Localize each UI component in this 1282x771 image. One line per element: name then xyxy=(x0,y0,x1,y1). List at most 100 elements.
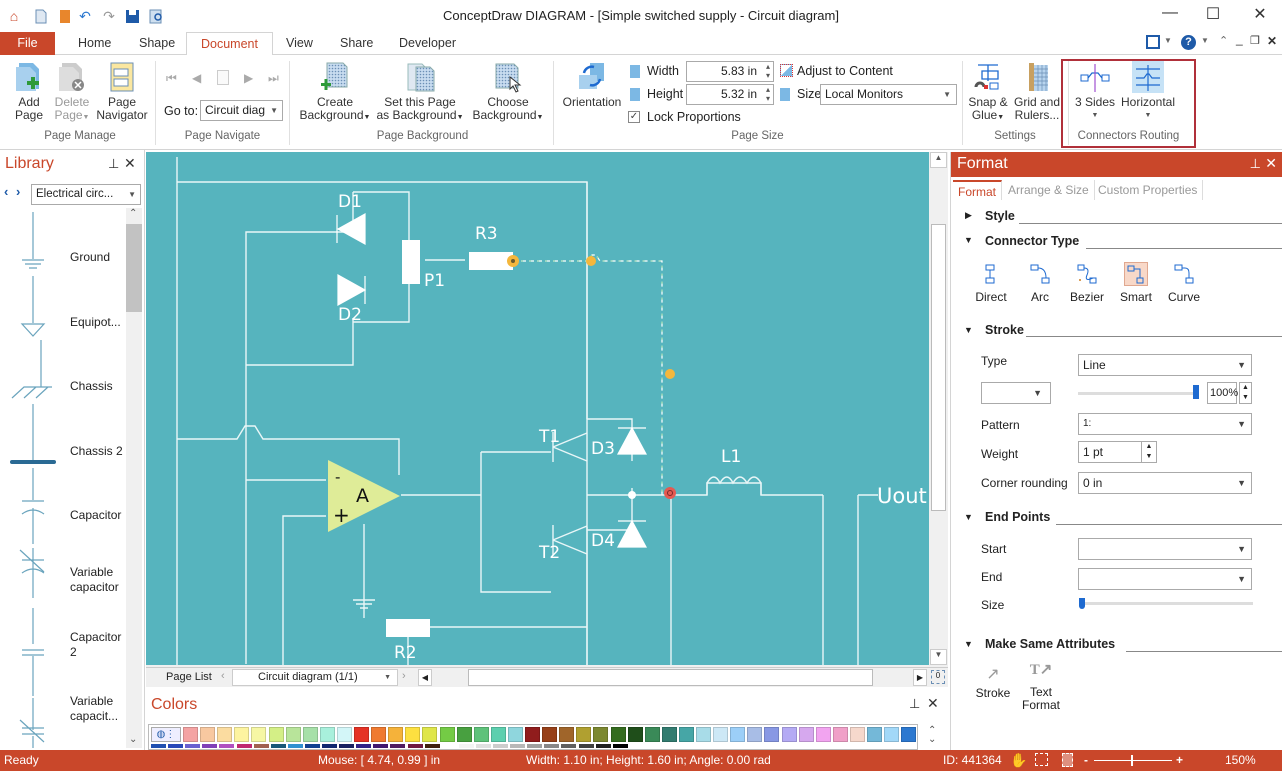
doc-close-icon[interactable]: ✕ xyxy=(1267,34,1277,48)
end-arrow-select[interactable]: ▼ xyxy=(1078,568,1252,590)
color-swatch-shade[interactable] xyxy=(510,744,526,748)
prev-page-icon[interactable]: ‹ xyxy=(221,670,225,682)
chevron-down-icon[interactable]: ▼ xyxy=(1201,36,1209,45)
height-input[interactable]: 5.32 in ▴ ▾ xyxy=(686,84,774,105)
tab-arrange-size[interactable]: Arrange & Size xyxy=(1003,180,1095,200)
close-icon[interactable]: ✕ xyxy=(927,695,939,712)
color-swatch[interactable] xyxy=(336,727,352,742)
page-list-button[interactable]: Page List xyxy=(166,671,212,683)
scroll-up-icon[interactable]: ▲ xyxy=(930,152,947,168)
pattern-select[interactable]: 1: ▼ xyxy=(1078,413,1252,435)
close-icon[interactable]: ✕ xyxy=(124,155,136,172)
color-swatch[interactable] xyxy=(285,727,301,742)
collapse-icon[interactable]: ▼ xyxy=(964,235,973,245)
color-swatch-shade[interactable] xyxy=(578,744,594,748)
color-swatch[interactable] xyxy=(747,727,763,742)
pin-icon[interactable]: ⊥ xyxy=(108,156,119,172)
color-swatch-shade[interactable] xyxy=(253,744,269,748)
goto-page-select[interactable]: Circuit diag ▼ xyxy=(200,100,283,121)
corner-rounding-select[interactable]: 0 in ▼ xyxy=(1078,472,1252,494)
pin-icon[interactable]: ⊥ xyxy=(909,696,920,712)
color-swatch[interactable] xyxy=(251,727,267,742)
prev-page-icon[interactable]: ◀ xyxy=(192,71,201,85)
color-swatch-shade[interactable] xyxy=(356,744,372,748)
delete-page-button[interactable]: Delete Page▼ xyxy=(52,61,92,124)
color-swatch[interactable] xyxy=(200,727,216,742)
connector-type-smart[interactable]: Smart xyxy=(1115,262,1157,304)
zoom-slider[interactable] xyxy=(1094,760,1172,761)
scroll-down-icon[interactable]: ▼ xyxy=(930,649,947,665)
collapse-icon[interactable]: ▼ xyxy=(964,325,973,335)
palette-scroll-icon[interactable]: ⌃ ⌄ xyxy=(928,726,936,745)
opacity-input[interactable]: 100% xyxy=(1207,382,1238,404)
section-connector-type[interactable]: Connector Type xyxy=(985,234,1079,248)
color-swatch-shade[interactable] xyxy=(322,744,337,748)
library-item-capacitor-2[interactable]: Capacitor 2 xyxy=(0,612,125,676)
expand-icon[interactable]: ▶ xyxy=(965,210,972,221)
tab-developer[interactable]: Developer xyxy=(385,32,470,55)
stroke-color-select[interactable]: ▼ xyxy=(981,382,1051,404)
choose-background-button[interactable]: Choose Background▼ xyxy=(468,61,548,124)
fit-page-icon[interactable]: 0 xyxy=(931,670,945,684)
orientation-button[interactable]: Orientation xyxy=(560,61,624,109)
next-page-icon[interactable]: ▶ xyxy=(244,71,253,85)
three-sides-button[interactable]: 3 Sides ▼ xyxy=(1073,61,1117,122)
collapse-icon[interactable]: ▼ xyxy=(964,512,973,522)
adjust-to-content-button[interactable]: Adjust to Content xyxy=(797,64,893,78)
library-item-chassis-2[interactable]: Chassis 2 xyxy=(0,426,125,490)
tab-custom-properties[interactable]: Custom Properties xyxy=(1093,180,1204,200)
library-item-equipotential[interactable]: Equipot... xyxy=(0,297,125,361)
library-item-variable-capacitor-2[interactable]: Variable capacit... xyxy=(0,676,125,740)
color-swatch[interactable] xyxy=(627,727,643,742)
width-input[interactable]: 5.83 in ▴ ▾ xyxy=(686,61,774,82)
color-swatch-shade[interactable] xyxy=(544,744,560,748)
doc-restore-icon[interactable]: ❐ xyxy=(1250,34,1260,47)
make-same-text-format-button[interactable]: T↗ Text Format xyxy=(1019,663,1063,712)
color-swatch[interactable] xyxy=(815,727,831,742)
set-page-as-background-button[interactable]: Set this Page as Background▼ xyxy=(376,61,464,124)
color-swatch-shade[interactable] xyxy=(441,744,457,748)
library-item-chassis[interactable]: Chassis xyxy=(0,361,125,425)
library-category-select[interactable]: Electrical circ... ▼ xyxy=(31,184,141,205)
color-swatch[interactable] xyxy=(781,727,797,742)
spinner-icon[interactable]: ▴ ▾ xyxy=(766,62,770,80)
color-swatch[interactable] xyxy=(183,727,198,742)
library-scrollbar[interactable]: ⌃ ⌄ xyxy=(126,208,142,748)
snap-glue-button[interactable]: Snap & Glue▼ xyxy=(966,61,1010,124)
tab-view[interactable]: View xyxy=(272,32,327,55)
color-swatch[interactable] xyxy=(217,727,233,742)
zoom-in-icon[interactable]: + xyxy=(1176,750,1183,771)
add-page-button[interactable]: Add Page xyxy=(10,61,48,122)
help-icon[interactable]: ? xyxy=(1181,35,1196,50)
color-swatch[interactable] xyxy=(798,727,814,742)
color-swatch[interactable] xyxy=(473,727,489,742)
canvas-vertical-scrollbar[interactable]: ▲ ▼ xyxy=(930,152,947,665)
zoom-out-icon[interactable]: - xyxy=(1084,750,1088,771)
fit-to-window-icon[interactable] xyxy=(1062,753,1073,767)
color-swatch[interactable] xyxy=(234,727,250,742)
weight-spinner[interactable]: ▲ ▼ xyxy=(1141,441,1157,463)
connector-type-direct[interactable]: Direct xyxy=(970,262,1012,304)
color-swatch-shade[interactable] xyxy=(185,744,201,748)
color-swatch-shade[interactable] xyxy=(219,744,235,748)
color-swatch[interactable] xyxy=(764,727,780,742)
color-swatch[interactable] xyxy=(354,727,369,742)
layout-icon[interactable] xyxy=(1146,35,1160,49)
scroll-down-icon[interactable]: ⌄ xyxy=(129,734,137,745)
weight-input[interactable]: 1 pt xyxy=(1078,441,1142,463)
color-swatch[interactable] xyxy=(593,727,609,742)
color-swatch[interactable] xyxy=(439,727,455,742)
color-swatch-shade[interactable] xyxy=(236,744,252,748)
color-swatch-shade[interactable] xyxy=(202,744,218,748)
color-swatch[interactable] xyxy=(371,727,387,742)
hscroll-left-icon[interactable]: ◀ xyxy=(418,669,432,686)
zoom-area-icon[interactable] xyxy=(1035,753,1048,766)
horizontal-scrollbar-thumb[interactable] xyxy=(468,669,873,686)
connector-type-curve[interactable]: Curve xyxy=(1163,262,1205,304)
endpoint-size-slider[interactable] xyxy=(1081,602,1253,605)
collapse-ribbon-icon[interactable]: ⌃ xyxy=(1219,34,1228,47)
grid-rulers-button[interactable]: Grid and Rulers... xyxy=(1012,61,1062,122)
connector-type-arc[interactable]: Arc xyxy=(1019,262,1061,304)
lock-proportions-checkbox[interactable]: ✓ xyxy=(628,111,640,123)
scrollbar-thumb[interactable] xyxy=(931,224,946,511)
